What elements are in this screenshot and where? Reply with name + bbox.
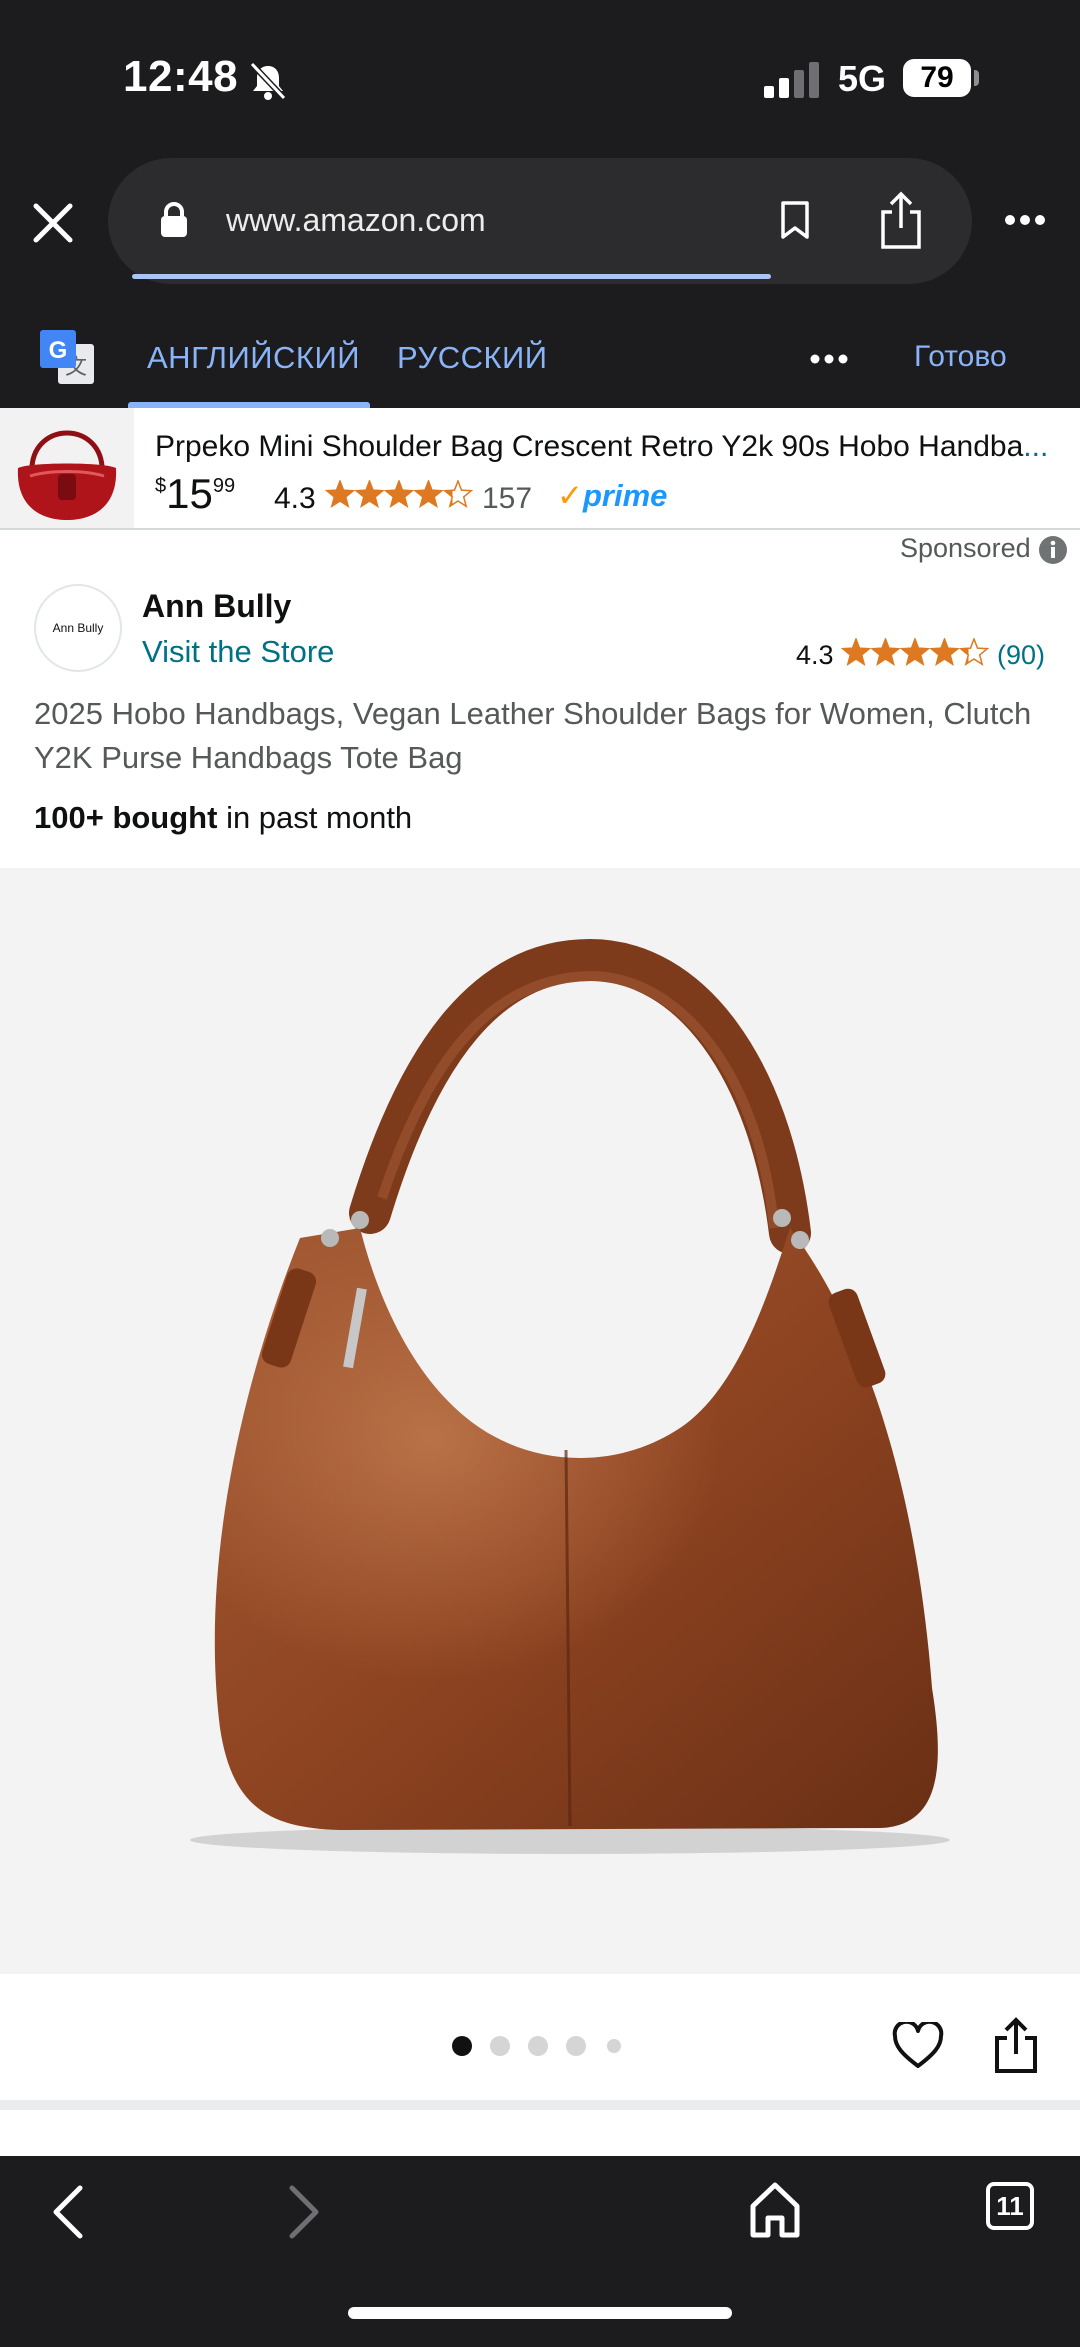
- star-icon: [413, 480, 444, 508]
- tabs-button[interactable]: 11: [986, 2182, 1034, 2230]
- product-image-gallery[interactable]: [0, 868, 1080, 1974]
- google-translate-icon: 文 G: [40, 330, 94, 384]
- share-icon[interactable]: [992, 2016, 1040, 2074]
- battery-indicator: 79: [903, 59, 971, 97]
- product-title: 2025 Hobo Handbags, Vegan Leather Should…: [34, 696, 1032, 775]
- bell-slash-icon: [249, 61, 287, 101]
- browser-chrome: 12:48 5G 79 www.amazon.com 文 G АНГЛИЙСКИ…: [0, 0, 1080, 408]
- translate-done-button[interactable]: Готово: [914, 340, 1007, 374]
- sticky-product-title[interactable]: Prpeko Mini Shoulder Bag Crescent Retro …: [155, 430, 1055, 464]
- price-whole: 15: [166, 470, 213, 517]
- section-divider: [0, 2100, 1080, 2110]
- bought-period: in past month: [217, 800, 413, 835]
- star-icon: [958, 638, 989, 666]
- prime-check-icon: ✓: [557, 478, 583, 513]
- product-thumbnail[interactable]: [0, 408, 134, 528]
- star-icon: [870, 638, 901, 666]
- sticky-price: $1599: [155, 470, 235, 518]
- translate-more-icon[interactable]: [810, 352, 848, 366]
- bought-in-past-month: 100+ bought in past month: [34, 800, 412, 836]
- tab-source-language[interactable]: АНГЛИЙСКИЙ: [147, 340, 360, 376]
- home-icon[interactable]: [748, 2180, 802, 2240]
- svg-text:G: G: [49, 337, 68, 364]
- sticky-review-count[interactable]: 157: [482, 482, 532, 516]
- lock-icon: [161, 202, 187, 237]
- forward-icon[interactable]: [286, 2184, 322, 2240]
- more-options-icon[interactable]: [1004, 212, 1046, 228]
- sponsored-label: Sponsored: [900, 533, 1031, 563]
- bought-count: 100+ bought: [34, 800, 218, 835]
- share-icon[interactable]: [878, 190, 924, 250]
- battery-cap: [974, 70, 979, 86]
- tab-target-language[interactable]: РУССКИЙ: [397, 340, 548, 376]
- star-icon: [841, 638, 872, 666]
- visit-store-link[interactable]: Visit the Store: [142, 634, 334, 670]
- status-time: 12:48: [123, 52, 239, 101]
- sticky-product-header[interactable]: Prpeko Mini Shoulder Bag Crescent Retro …: [0, 408, 1080, 530]
- carousel-dot[interactable]: [528, 2036, 548, 2056]
- rating-value: 4.3: [796, 640, 834, 670]
- back-icon[interactable]: [50, 2184, 86, 2240]
- sticky-title-ellipsis: ...: [1023, 430, 1049, 463]
- star-icon: [354, 480, 385, 508]
- carousel-dot[interactable]: [566, 2036, 586, 2056]
- url-bar[interactable]: www.amazon.com: [108, 158, 972, 284]
- sticky-star-rating: [325, 480, 473, 508]
- carousel-dot[interactable]: [452, 2036, 472, 2056]
- star-icon: [325, 480, 356, 508]
- prime-badge: ✓prime: [557, 478, 667, 514]
- network-label: 5G: [838, 58, 887, 99]
- price-symbol: $: [155, 475, 167, 497]
- star-icon: [929, 638, 960, 666]
- brand-name[interactable]: Ann Bully: [142, 588, 291, 625]
- heart-icon[interactable]: [892, 2022, 944, 2070]
- url-text[interactable]: www.amazon.com: [226, 202, 486, 239]
- star-rating[interactable]: [841, 638, 989, 668]
- prime-label: prime: [582, 478, 668, 513]
- close-icon[interactable]: [30, 200, 76, 246]
- sticky-rating-value: 4.3: [274, 482, 316, 515]
- product-image[interactable]: [0, 868, 1080, 1974]
- sticky-title-text: Prpeko Mini Shoulder Bag Crescent Retro …: [155, 430, 1024, 463]
- review-count-link[interactable]: (90): [997, 640, 1045, 671]
- brand-logo[interactable]: Ann Bully: [34, 584, 122, 672]
- signal-icon: [764, 62, 819, 98]
- image-carousel-dots[interactable]: [452, 2036, 632, 2058]
- carousel-dot[interactable]: [607, 2039, 621, 2053]
- info-icon[interactable]: [1038, 535, 1068, 565]
- home-indicator: [348, 2307, 732, 2319]
- star-icon: [899, 638, 931, 666]
- star-icon: [442, 480, 473, 508]
- page-load-progress: [132, 274, 772, 279]
- price-fraction: 99: [212, 475, 236, 497]
- bookmark-icon[interactable]: [780, 200, 810, 240]
- carousel-dot[interactable]: [490, 2036, 510, 2056]
- star-icon: [383, 480, 415, 508]
